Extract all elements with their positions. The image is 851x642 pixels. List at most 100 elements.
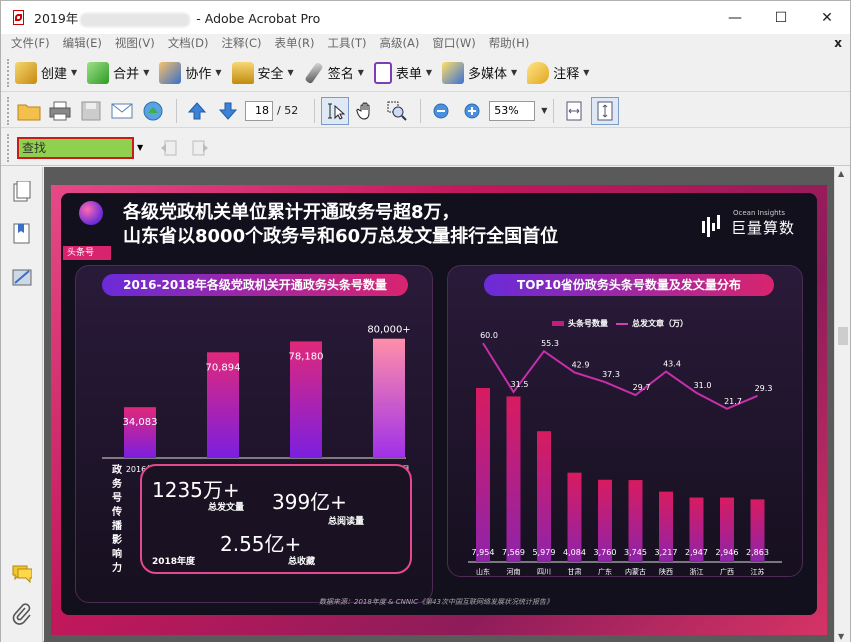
- influence-char: 传: [112, 507, 122, 518]
- reads-value: 399亿+: [272, 490, 347, 514]
- comment-button[interactable]: 注释 ▼: [527, 58, 589, 88]
- pages-icon[interactable]: [12, 181, 32, 203]
- zoom-in-button[interactable]: [458, 97, 486, 125]
- left-panel: 2016-2018年各级党政机关开通政务头条号数量 34,083 2016年 70,…: [75, 265, 433, 603]
- caret-down-icon: ▼: [143, 68, 150, 77]
- vertical-scrollbar[interactable]: ▲ ▼: [834, 167, 850, 642]
- line-value-label: 31.0: [694, 381, 712, 390]
- brand-subtitle: Ocean Insights: [733, 209, 785, 217]
- influence-char: 力: [112, 563, 122, 574]
- bookmarks-icon[interactable]: [12, 223, 32, 245]
- decorative-orb: [79, 201, 103, 225]
- find-next-button[interactable]: [186, 134, 214, 162]
- favorites-value: 2.55亿+: [220, 532, 302, 556]
- combine-button[interactable]: 合并 ▼: [87, 58, 149, 88]
- multimedia-button[interactable]: 多媒体 ▼: [442, 58, 517, 88]
- toolbar-grip[interactable]: [7, 58, 11, 87]
- province-bar: [537, 431, 551, 562]
- scroll-up-icon[interactable]: ▲: [838, 169, 844, 178]
- collaborate-button[interactable]: 协作 ▼: [159, 58, 222, 88]
- stats-box: 1235万+ 总发文量 399亿+ 总阅读量 2.55亿+ 2018年度 总收藏: [140, 464, 412, 574]
- fit-page-button[interactable]: [591, 96, 620, 125]
- menu-comments[interactable]: 注释(C): [222, 35, 262, 51]
- zoom-in-icon: [464, 103, 480, 118]
- bar-value-label: 70,894: [206, 362, 241, 373]
- hand-tool-button[interactable]: [352, 97, 380, 125]
- toolbar-grip[interactable]: [7, 133, 11, 162]
- close-document-icon[interactable]: x: [834, 36, 842, 50]
- open-button[interactable]: [15, 97, 43, 125]
- posts-line: [482, 342, 758, 410]
- zoom-level-input[interactable]: 53%: [489, 100, 536, 121]
- zoom-dropdown-icon[interactable]: ▼: [541, 106, 547, 115]
- upload-button[interactable]: [139, 97, 167, 125]
- find-previous-button[interactable]: [155, 134, 183, 162]
- province-combo-chart: 7,954 山东 7,569 河南 5,979 四川 4,084 甘肃 3,760 广东 3,745…: [468, 331, 782, 576]
- scroll-down-icon[interactable]: ▼: [838, 632, 844, 641]
- envelope-icon: [111, 103, 133, 118]
- bar-value-label: 2,946: [716, 548, 739, 557]
- fit-width-button[interactable]: [560, 97, 588, 125]
- forms-icon: [373, 61, 392, 84]
- collaborate-icon: [159, 61, 182, 84]
- caret-down-icon: ▼: [357, 68, 364, 77]
- menu-file[interactable]: 文件(F): [11, 35, 50, 51]
- forms-button[interactable]: 表单 ▼: [373, 58, 432, 88]
- menu-view[interactable]: 视图(V): [115, 35, 155, 51]
- zoom-marquee-icon: [387, 101, 407, 121]
- find-dropdown-icon[interactable]: ▼: [137, 143, 143, 152]
- bar-value-label: 2,947: [685, 548, 708, 557]
- navigation-pane: [1, 167, 43, 642]
- right-panel-title: TOP10省份政务头条号数量及发文量分布: [484, 274, 774, 296]
- posts-value: 1235万+: [152, 478, 240, 502]
- year-label: 2018年度: [152, 557, 196, 567]
- menu-document[interactable]: 文档(D): [168, 35, 209, 51]
- headline-line-1: 各级党政机关单位累计开通政务号超8万，: [123, 202, 460, 223]
- menu-tools[interactable]: 工具(T): [328, 35, 367, 51]
- brand-bars-icon: [702, 215, 720, 237]
- zoom-out-button[interactable]: [427, 97, 455, 125]
- document-viewport[interactable]: 头条号 各级党政机关单位累计开通政务号超8万， 山东省以8000个政务号和60万…: [44, 167, 834, 642]
- line-value-label: 31.5: [511, 380, 529, 389]
- tasks-toolbar: 创建 ▼ 合并 ▼ 协作 ▼ 安全 ▼ 签名 ▼ 表单 ▼ 多媒体 ▼ 注释 ▼: [1, 54, 850, 92]
- bar-value-label: 4,084: [563, 548, 586, 557]
- province-bar: [506, 396, 521, 562]
- multimedia-label: 多媒体: [468, 67, 508, 82]
- menu-help[interactable]: 帮助(H): [489, 35, 530, 51]
- scroll-thumb[interactable]: [838, 327, 848, 345]
- marquee-zoom-button[interactable]: [383, 97, 411, 125]
- previous-page-button[interactable]: [183, 97, 211, 125]
- save-button[interactable]: [77, 97, 105, 125]
- menu-edit[interactable]: 编辑(E): [63, 35, 102, 51]
- sign-button[interactable]: 签名 ▼: [304, 58, 364, 88]
- bar: [124, 407, 156, 458]
- x-tick-label: 广东: [598, 567, 612, 576]
- select-tool-button[interactable]: [321, 96, 350, 125]
- caret-down-icon: ▼: [583, 68, 590, 77]
- email-button[interactable]: [108, 97, 136, 125]
- close-button[interactable]: ✕: [804, 1, 850, 34]
- maximize-button[interactable]: ☐: [758, 1, 804, 34]
- x-tick-label: 陕西: [659, 567, 673, 576]
- comments-icon[interactable]: [12, 563, 32, 585]
- minimize-button[interactable]: —: [712, 1, 758, 34]
- attachments-icon[interactable]: [12, 603, 32, 625]
- menu-forms[interactable]: 表单(R): [275, 35, 315, 51]
- line-value-label: 43.4: [663, 360, 681, 369]
- find-input[interactable]: 查找: [17, 136, 134, 159]
- toolbar-grip[interactable]: [7, 96, 11, 125]
- caret-down-icon: ▼: [71, 68, 78, 77]
- comment-icon: [527, 61, 550, 84]
- page-number-input[interactable]: 18: [245, 100, 273, 121]
- print-button[interactable]: [46, 97, 74, 125]
- create-button[interactable]: 创建 ▼: [15, 58, 77, 88]
- bar-value-label: 7,569: [502, 548, 525, 557]
- next-page-button[interactable]: [214, 97, 242, 125]
- secure-button[interactable]: 安全 ▼: [231, 58, 294, 88]
- window-title: 2019年 - Adobe Acrobat Pro: [34, 11, 321, 27]
- left-panel-title: 2016-2018年各级党政机关开通政务头条号数量: [102, 274, 408, 296]
- signatures-icon[interactable]: [12, 267, 32, 289]
- text-cursor-icon: [328, 103, 346, 120]
- menu-advanced[interactable]: 高级(A): [380, 35, 420, 51]
- menu-window[interactable]: 窗口(W): [432, 35, 475, 51]
